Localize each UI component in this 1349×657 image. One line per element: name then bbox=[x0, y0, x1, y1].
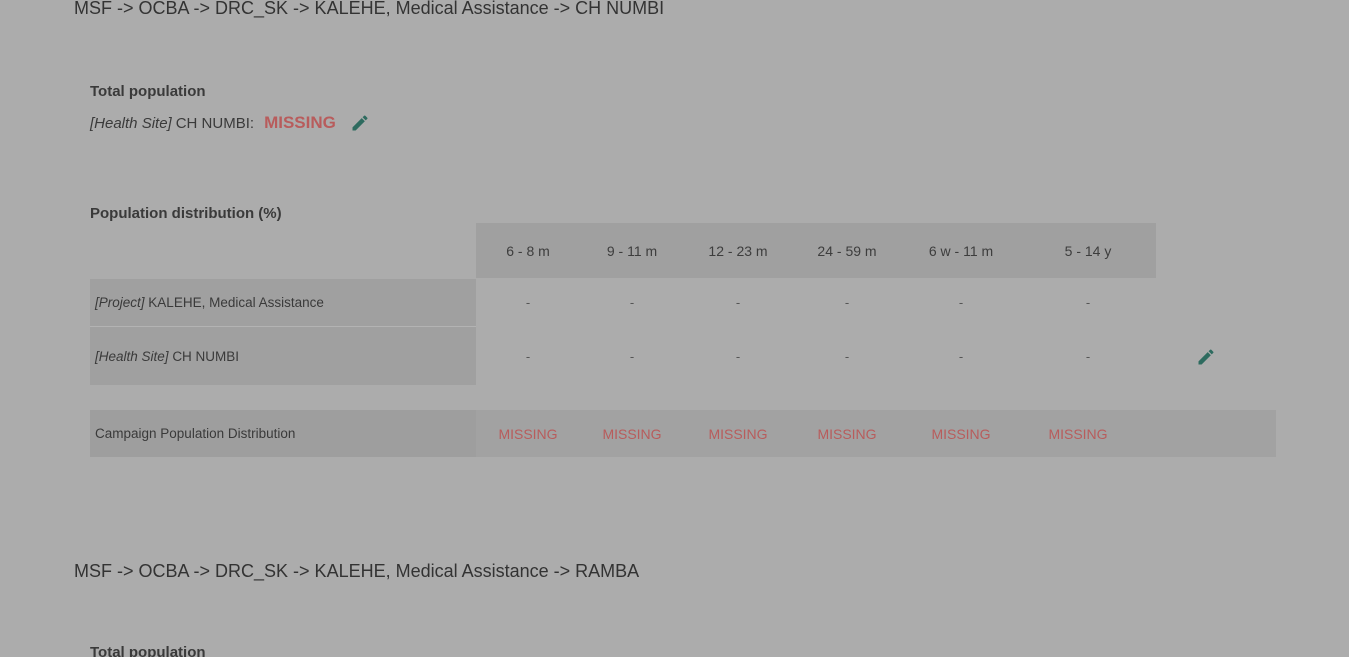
population-distribution-heading: Population distribution (%) bbox=[90, 205, 282, 222]
column-header: 6 w - 11 m bbox=[928, 243, 994, 259]
row-tag: [Project] bbox=[95, 295, 145, 310]
table-cell: - bbox=[629, 295, 635, 310]
campaign-cell: MISSING bbox=[708, 426, 768, 442]
row-name: CH NUMBI bbox=[172, 349, 240, 364]
total-population-heading: Total population bbox=[90, 644, 206, 657]
total-population-value: MISSING bbox=[264, 113, 336, 132]
campaign-cell: MISSING bbox=[602, 426, 662, 442]
pencil-icon bbox=[352, 115, 368, 131]
edit-total-population-button[interactable] bbox=[350, 113, 370, 133]
row-label: [Project] KALEHE, Medical Assistance bbox=[95, 295, 324, 310]
table-cell: - bbox=[735, 295, 741, 310]
breadcrumb: MSF -> OCBA -> DRC_SK -> KALEHE, Medical… bbox=[74, 0, 665, 18]
site-tag: [Health Site] bbox=[90, 114, 172, 132]
campaign-cell: MISSING bbox=[1048, 426, 1108, 442]
table-cell: - bbox=[1085, 295, 1091, 310]
table-cell: - bbox=[844, 349, 850, 364]
row-label: [Health Site] CH NUMBI bbox=[95, 349, 239, 364]
row-name: KALEHE, Medical Assistance bbox=[148, 295, 324, 310]
table-header bbox=[476, 223, 1156, 278]
campaign-cell: MISSING bbox=[817, 426, 877, 442]
column-header: 24 - 59 m bbox=[817, 243, 877, 259]
column-header: 12 - 23 m bbox=[708, 243, 768, 259]
campaign-cell: MISSING bbox=[931, 426, 991, 442]
campaign-label: Campaign Population Distribution bbox=[95, 426, 296, 441]
campaign-cell: MISSING bbox=[498, 426, 558, 442]
breadcrumb: MSF -> OCBA -> DRC_SK -> KALEHE, Medical… bbox=[74, 561, 640, 581]
site-name: CH NUMBI: bbox=[175, 114, 255, 132]
table-cell: - bbox=[735, 349, 741, 364]
page: MSF -> OCBA -> DRC_SK -> KALEHE, Medical… bbox=[0, 0, 1349, 657]
total-population-heading: Total population bbox=[90, 83, 206, 100]
total-population-line: [Health Site] CH NUMBI: MISSING bbox=[90, 113, 370, 133]
row-tag: [Health Site] bbox=[95, 349, 169, 364]
table-cell: - bbox=[958, 295, 964, 310]
table-cell: - bbox=[844, 295, 850, 310]
table-cell: - bbox=[525, 349, 531, 364]
table-cell: - bbox=[629, 349, 635, 364]
pencil-icon bbox=[1198, 349, 1214, 365]
column-header: 6 - 8 m bbox=[506, 243, 550, 259]
table-cell: - bbox=[958, 349, 964, 364]
table-cell: - bbox=[1085, 349, 1091, 364]
column-header: 9 - 11 m bbox=[606, 243, 658, 259]
table-cell: - bbox=[525, 295, 531, 310]
column-header: 5 - 14 y bbox=[1064, 243, 1112, 259]
edit-distribution-button[interactable] bbox=[1196, 347, 1216, 367]
